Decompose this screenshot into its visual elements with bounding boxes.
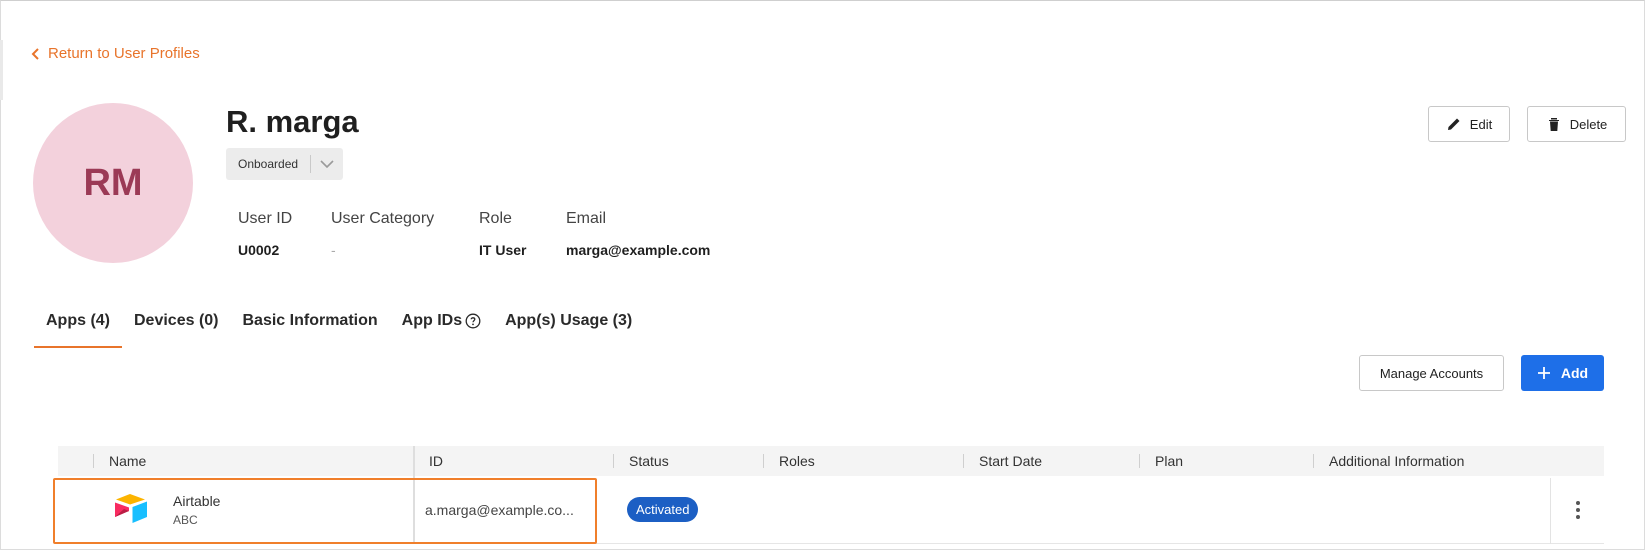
manage-accounts-label: Manage Accounts (1379, 365, 1484, 381)
tab-bar: Apps (4) Devices (0) Basic Information A… (34, 300, 644, 348)
kebab-dot (1576, 508, 1580, 512)
column-header-plan[interactable]: Plan (1138, 446, 1183, 476)
edit-button-label: Edit (1469, 116, 1493, 132)
tab-devices[interactable]: Devices (0) (122, 300, 231, 348)
pencil-icon (1447, 118, 1460, 130)
user-id-value: U0002 (238, 242, 280, 258)
tab-app-usage-label: App(s) Usage (3) (505, 312, 633, 329)
role-value: IT User (479, 242, 527, 258)
edit-button[interactable]: Edit (1428, 106, 1510, 142)
column-header-additional-information[interactable]: Additional Information (1312, 446, 1464, 476)
user-category-field: User Category - (331, 210, 434, 258)
tab-apps-label: Apps (4) (46, 312, 110, 329)
return-to-user-profiles-link[interactable]: Return to User Profiles (30, 45, 200, 62)
chevron-down-icon[interactable] (311, 159, 343, 169)
column-header-name[interactable]: Name (92, 446, 146, 476)
app-name[interactable]: Airtable (173, 493, 220, 509)
app-account-id: a.marga@example.co... (425, 502, 574, 518)
delete-button-label: Delete (1569, 116, 1608, 132)
tab-devices-label: Devices (0) (134, 312, 219, 329)
tab-app-usage[interactable]: App(s) Usage (3) (493, 300, 644, 348)
role-label: Role (479, 210, 512, 227)
tab-app-ids[interactable]: App IDs (390, 300, 493, 348)
status-dropdown-value: Onboarded (238, 157, 299, 171)
column-header-status[interactable]: Status (613, 446, 669, 476)
avatar: RM (33, 103, 193, 263)
tab-app-ids-label: App IDs (401, 312, 463, 329)
page-title: R. marga (226, 104, 359, 139)
column-header-id[interactable]: ID (413, 446, 443, 476)
add-button-label: Add (1560, 365, 1589, 381)
column-header-roles[interactable]: Roles (763, 446, 815, 476)
app-subtitle: ABC (173, 513, 198, 527)
sidebar-edge (0, 40, 3, 100)
user-id-label: User ID (238, 210, 293, 227)
email-value: marga@example.com (566, 242, 711, 258)
manage-accounts-button[interactable]: Manage Accounts (1359, 355, 1504, 391)
table-row[interactable] (58, 476, 1604, 544)
chevron-left-icon (31, 47, 39, 60)
kebab-dot (1576, 515, 1580, 519)
role-field: Role IT User (479, 210, 526, 258)
delete-button[interactable]: Delete (1527, 106, 1626, 142)
email-label: Email (566, 210, 607, 227)
trash-icon (1548, 118, 1559, 131)
status-badge: Activated (627, 497, 699, 522)
help-circle-icon[interactable] (465, 313, 481, 329)
status-dropdown[interactable]: Onboarded (226, 148, 343, 180)
kebab-dot (1576, 501, 1580, 505)
airtable-logo-icon (115, 494, 147, 523)
back-link-label: Return to User Profiles (48, 45, 200, 62)
actions-divider (1550, 478, 1551, 544)
tab-basic-information-label: Basic Information (242, 312, 378, 329)
email-field: Email marga@example.com (566, 210, 710, 258)
column-header-start-date[interactable]: Start Date (962, 446, 1042, 476)
table-header: Name ID Status Roles Start Date Plan Add… (58, 446, 1604, 476)
user-id-field: User ID U0002 (238, 210, 292, 258)
avatar-initials: RM (83, 161, 143, 204)
add-button[interactable]: Add (1521, 355, 1604, 391)
user-category-label: User Category (331, 210, 435, 227)
tab-apps[interactable]: Apps (4) (34, 300, 122, 348)
user-category-value: - (331, 242, 336, 258)
row-actions-menu-icon[interactable] (1568, 498, 1588, 522)
tab-basic-information[interactable]: Basic Information (231, 300, 390, 348)
plus-icon (1537, 367, 1550, 379)
